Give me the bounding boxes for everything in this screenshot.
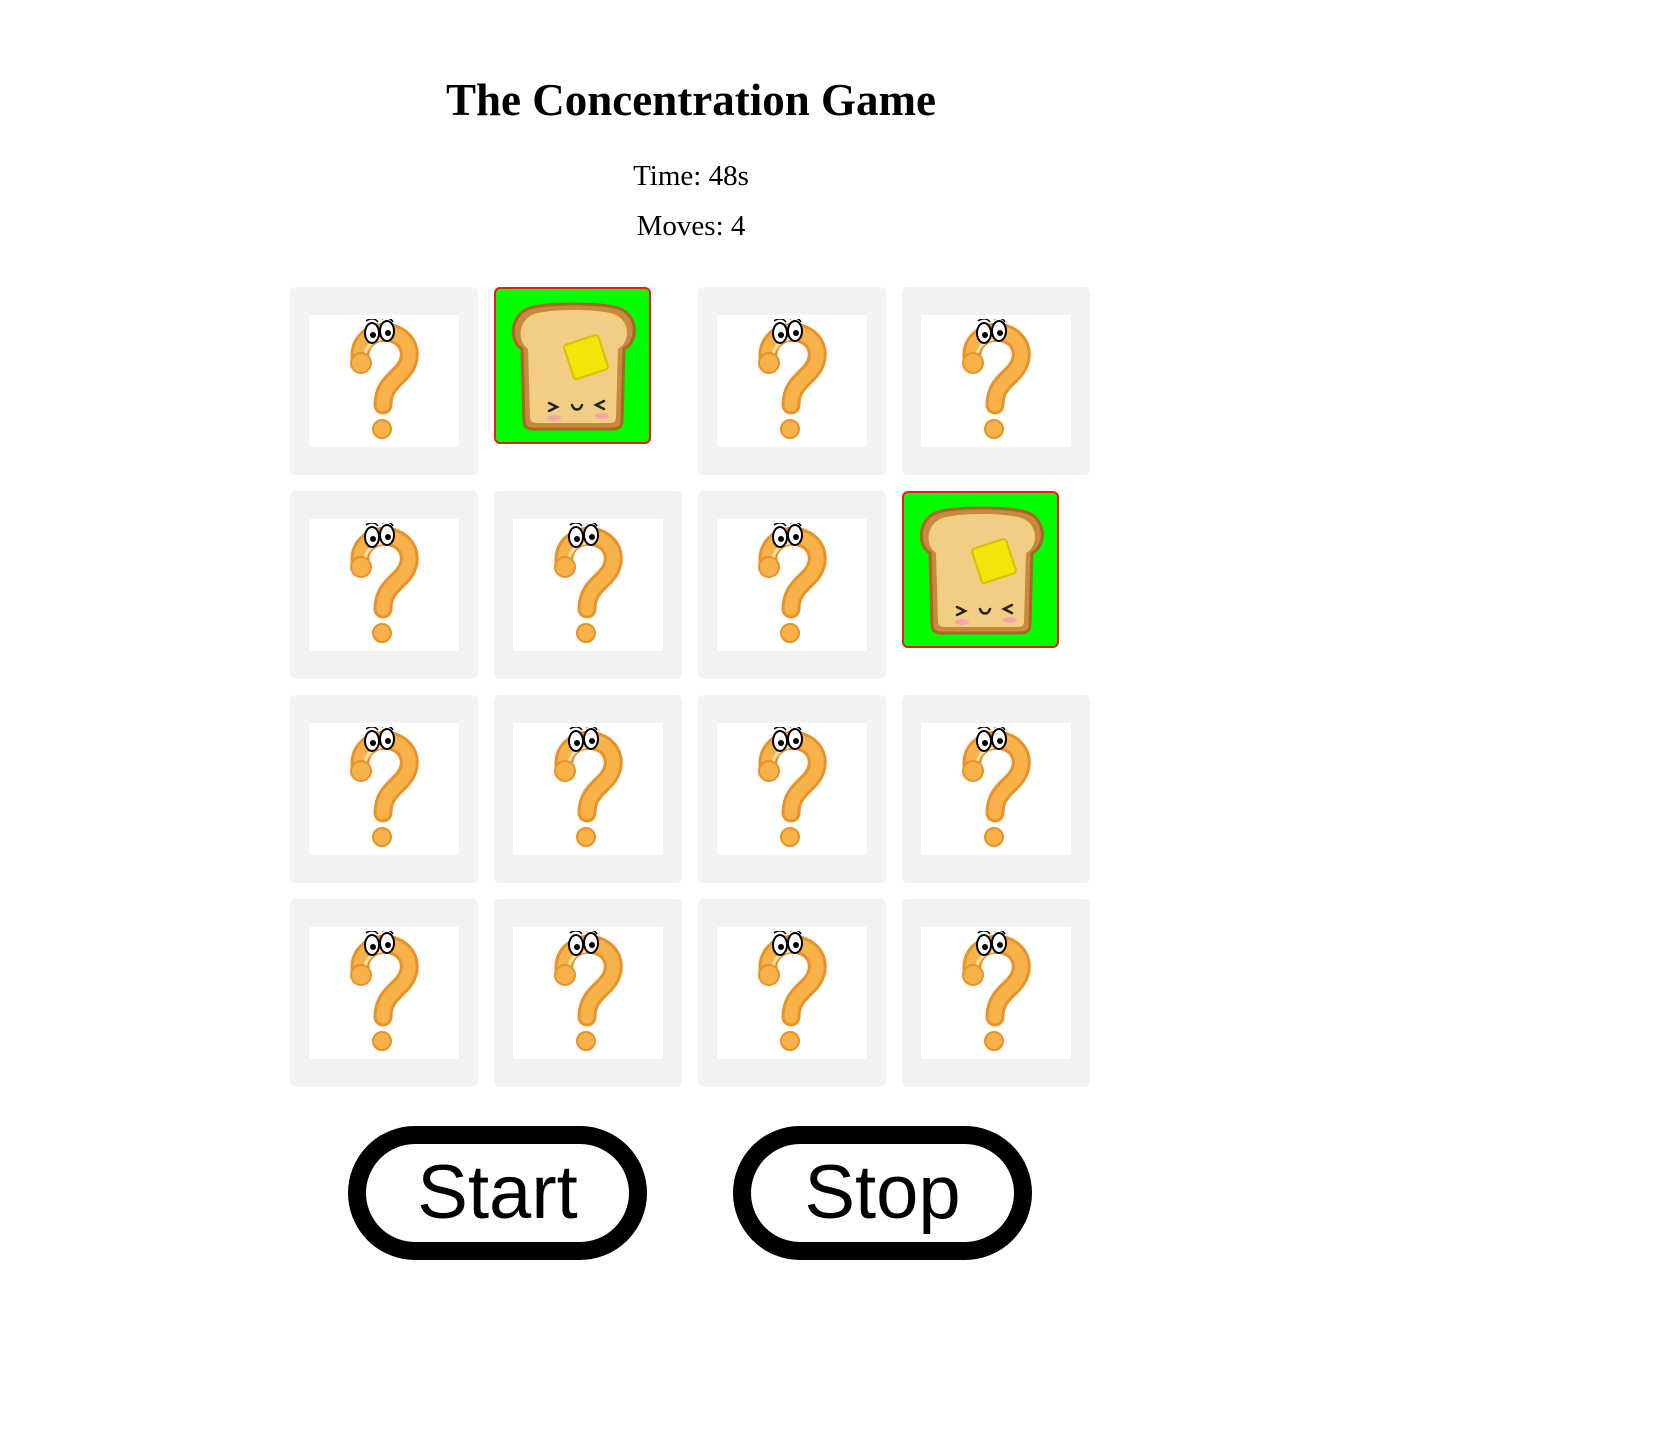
question-mark-icon	[549, 523, 627, 647]
toast-icon	[504, 297, 642, 435]
game-card[interactable]	[902, 287, 1090, 475]
question-mark-icon	[345, 727, 423, 851]
game-card[interactable]	[698, 899, 886, 1087]
card-face	[921, 927, 1071, 1059]
question-mark-icon	[549, 727, 627, 851]
card-face	[513, 927, 663, 1059]
game-card[interactable]	[698, 491, 886, 679]
card-face	[902, 491, 1059, 648]
card-face	[513, 723, 663, 855]
controls: Start Stop	[348, 1126, 1032, 1266]
start-button[interactable]: Start	[348, 1126, 647, 1260]
question-mark-icon	[957, 931, 1035, 1055]
game-card[interactable]	[494, 287, 682, 475]
game-board	[290, 287, 1092, 1087]
question-mark-icon	[549, 931, 627, 1055]
timer-display: Time: 48s	[633, 160, 749, 192]
card-face	[309, 519, 459, 651]
card-face	[309, 927, 459, 1059]
card-face	[494, 287, 651, 444]
question-mark-icon	[753, 523, 831, 647]
card-face	[309, 315, 459, 447]
card-face	[309, 723, 459, 855]
card-face	[513, 519, 663, 651]
toast-icon	[912, 501, 1050, 639]
question-mark-icon	[345, 931, 423, 1055]
game-card[interactable]	[494, 491, 682, 679]
page-title: The Concentration Game	[446, 75, 936, 125]
card-face	[717, 927, 867, 1059]
game-card[interactable]	[902, 491, 1090, 679]
question-mark-icon	[753, 319, 831, 443]
game-card[interactable]	[698, 695, 886, 883]
question-mark-icon	[345, 523, 423, 647]
game-card[interactable]	[902, 899, 1090, 1087]
game-card[interactable]	[290, 491, 478, 679]
stop-button[interactable]: Stop	[733, 1126, 1032, 1260]
card-face	[717, 723, 867, 855]
game-card[interactable]	[902, 695, 1090, 883]
game-card[interactable]	[494, 695, 682, 883]
game-card[interactable]	[290, 899, 478, 1087]
card-face	[717, 519, 867, 651]
card-face	[921, 315, 1071, 447]
game-card[interactable]	[290, 695, 478, 883]
question-mark-icon	[345, 319, 423, 443]
card-face	[717, 315, 867, 447]
question-mark-icon	[753, 727, 831, 851]
question-mark-icon	[753, 931, 831, 1055]
game-card[interactable]	[290, 287, 478, 475]
game-card[interactable]	[698, 287, 886, 475]
card-face	[921, 723, 1071, 855]
game-card[interactable]	[494, 899, 682, 1087]
question-mark-icon	[957, 727, 1035, 851]
question-mark-icon	[957, 319, 1035, 443]
moves-counter: Moves: 4	[636, 210, 746, 242]
